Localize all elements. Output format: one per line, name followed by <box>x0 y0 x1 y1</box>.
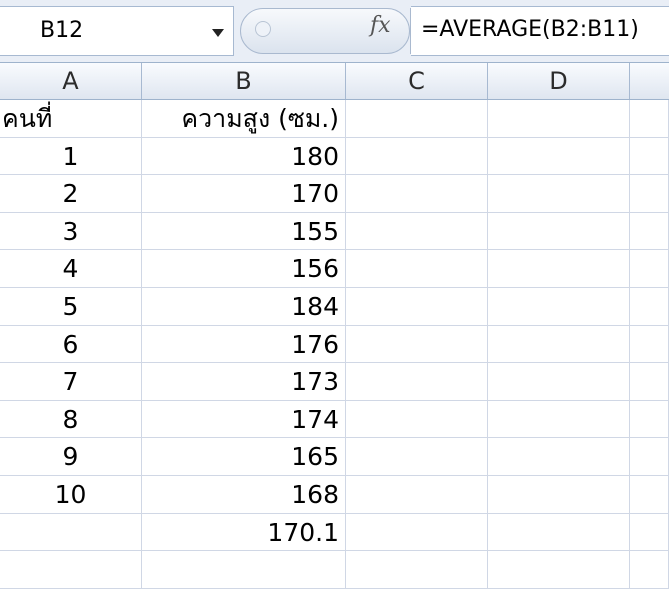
column-header-d[interactable]: D <box>488 63 630 99</box>
cell-E5[interactable] <box>630 250 669 288</box>
cell-E1[interactable] <box>630 100 669 138</box>
cell-A1[interactable]: คนที่ <box>0 100 142 138</box>
cell-D2[interactable] <box>488 137 630 176</box>
cell-D13[interactable] <box>488 551 630 589</box>
cell-D5[interactable] <box>488 250 630 288</box>
cell-B13[interactable] <box>142 551 346 589</box>
cell-D9[interactable] <box>488 400 630 439</box>
cell-B10[interactable]: 165 <box>142 438 346 476</box>
cell-C13[interactable] <box>346 551 488 589</box>
cell-E13[interactable] <box>630 551 669 589</box>
cell-C8[interactable] <box>346 363 488 401</box>
cell-A6[interactable]: 5 <box>0 288 142 326</box>
cell-B4[interactable]: 155 <box>142 212 346 251</box>
cell-A3[interactable]: 2 <box>0 175 142 213</box>
cell-D8[interactable] <box>488 363 630 401</box>
formula-input[interactable]: =AVERAGE(B2:B11) <box>411 6 669 56</box>
cell-E8[interactable] <box>630 363 669 401</box>
cell-C10[interactable] <box>346 438 488 476</box>
chevron-down-icon[interactable] <box>212 29 224 37</box>
cell-A10[interactable]: 9 <box>0 438 142 476</box>
cell-C11[interactable] <box>346 476 488 514</box>
cell-C2[interactable] <box>346 137 488 176</box>
cell-B8[interactable]: 173 <box>142 363 346 401</box>
formula-bar: B12 fx =AVERAGE(B2:B11) <box>0 0 669 63</box>
cell-A11[interactable]: 10 <box>0 476 142 514</box>
cell-A13[interactable] <box>0 551 142 589</box>
cell-B2[interactable]: 180 <box>142 137 346 176</box>
cell-B1[interactable]: ความสูง (ซม.) <box>142 100 346 138</box>
name-box[interactable]: B12 <box>0 6 234 56</box>
column-header-b[interactable]: B <box>142 63 346 99</box>
cell-B3[interactable]: 170 <box>142 175 346 213</box>
cell-A12[interactable] <box>0 513 142 552</box>
cell-D10[interactable] <box>488 438 630 476</box>
cell-C3[interactable] <box>346 175 488 213</box>
cell-C6[interactable] <box>346 288 488 326</box>
cell-E6[interactable] <box>630 288 669 326</box>
cell-C5[interactable] <box>346 250 488 288</box>
cell-B11[interactable]: 168 <box>142 476 346 514</box>
cell-E11[interactable] <box>630 476 669 514</box>
cell-E10[interactable] <box>630 438 669 476</box>
splitter-handle-icon[interactable] <box>255 21 271 37</box>
cell-B7[interactable]: 176 <box>142 325 346 364</box>
cell-B5[interactable]: 156 <box>142 250 346 288</box>
cell-A2[interactable]: 1 <box>0 137 142 176</box>
column-header-row: A B C D <box>0 63 669 100</box>
cell-B6[interactable]: 184 <box>142 288 346 326</box>
column-header-a[interactable]: A <box>0 63 142 99</box>
cell-A9[interactable]: 8 <box>0 400 142 439</box>
cell-C1[interactable] <box>346 100 488 138</box>
cell-E3[interactable] <box>630 175 669 213</box>
cell-A4[interactable]: 3 <box>0 212 142 251</box>
cell-B12[interactable]: 170.1 <box>142 513 346 552</box>
cell-C7[interactable] <box>346 325 488 364</box>
cell-C12[interactable] <box>346 513 488 552</box>
cell-C4[interactable] <box>346 212 488 251</box>
cell-D4[interactable] <box>488 212 630 251</box>
cell-E9[interactable] <box>630 400 669 439</box>
formula-text: =AVERAGE(B2:B11) <box>421 17 639 42</box>
cell-E4[interactable] <box>630 212 669 251</box>
cell-E7[interactable] <box>630 325 669 364</box>
cell-A8[interactable]: 7 <box>0 363 142 401</box>
name-box-value: B12 <box>40 18 84 43</box>
cell-D7[interactable] <box>488 325 630 364</box>
cell-E12[interactable] <box>630 513 669 552</box>
cell-C9[interactable] <box>346 400 488 439</box>
cell-A7[interactable]: 6 <box>0 325 142 364</box>
cell-B9[interactable]: 174 <box>142 400 346 439</box>
cell-A5[interactable]: 4 <box>0 250 142 288</box>
cell-D11[interactable] <box>488 476 630 514</box>
cell-E2[interactable] <box>630 137 669 176</box>
cell-D12[interactable] <box>488 513 630 552</box>
cell-D3[interactable] <box>488 175 630 213</box>
insert-function-icon[interactable]: fx <box>370 13 391 38</box>
cell-D6[interactable] <box>488 288 630 326</box>
column-header-e[interactable] <box>630 63 669 99</box>
cell-D1[interactable] <box>488 100 630 138</box>
column-header-c[interactable]: C <box>346 63 488 99</box>
